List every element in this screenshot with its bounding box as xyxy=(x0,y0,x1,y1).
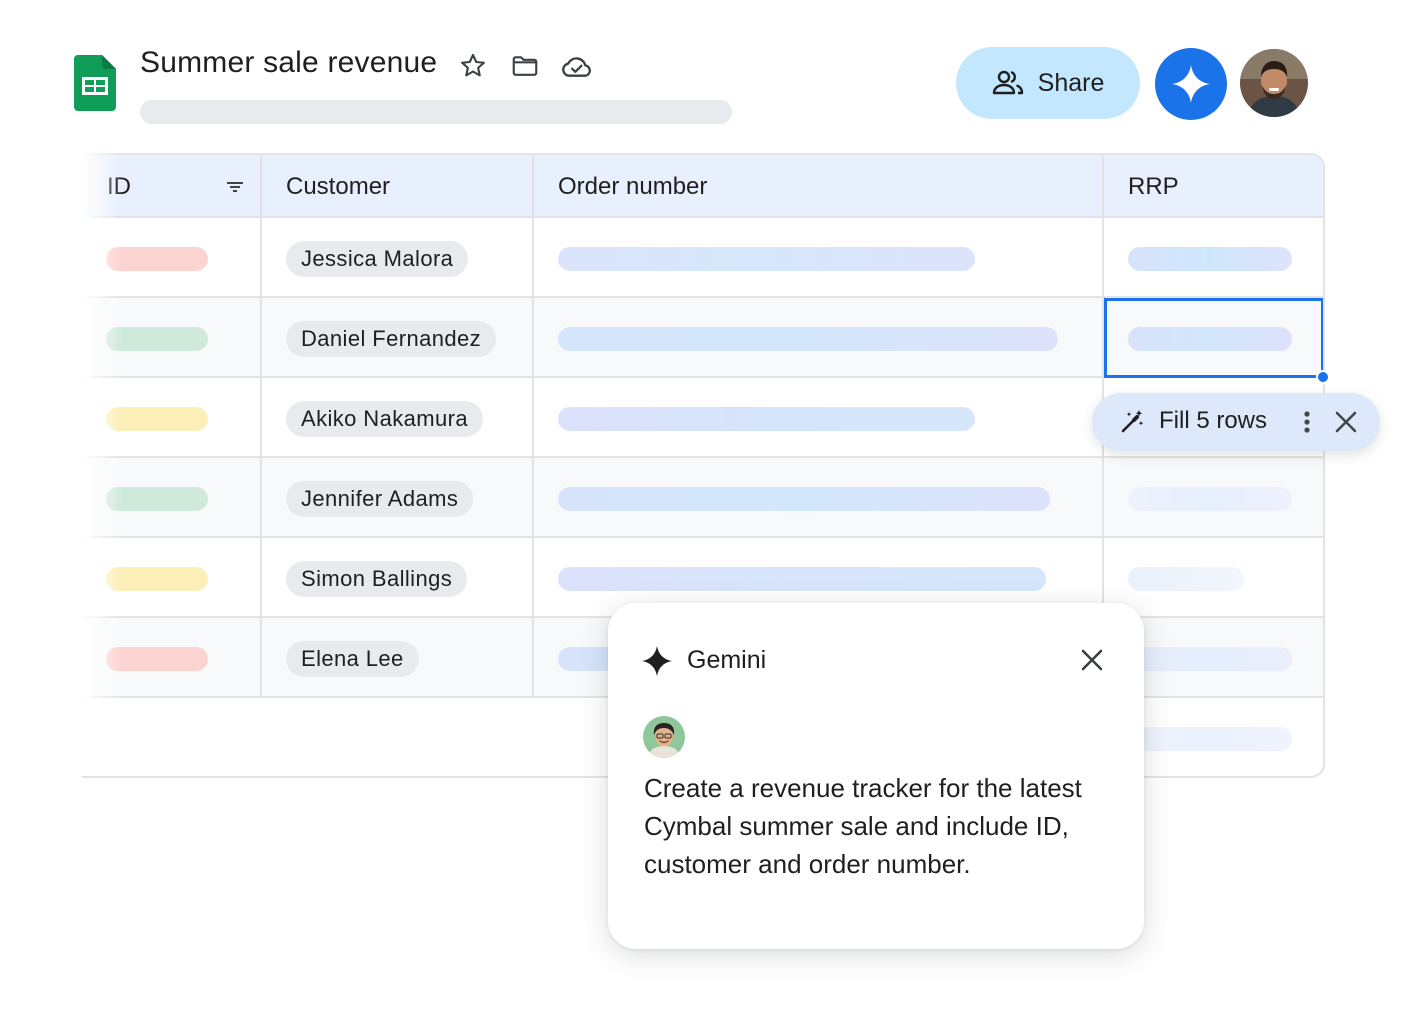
rrp-placeholder xyxy=(1128,727,1292,751)
id-status-pill xyxy=(106,327,208,351)
share-button[interactable]: Share xyxy=(956,47,1140,119)
column-divider xyxy=(260,155,262,698)
user-prompt-text: Create a revenue tracker for the latest … xyxy=(644,773,1082,879)
magic-wand-icon xyxy=(1121,410,1144,433)
column-header-order-number[interactable]: Order number xyxy=(558,155,707,218)
avatar xyxy=(643,716,685,758)
customer-chip[interactable]: Akiko Nakamura xyxy=(286,401,483,437)
customer-chip[interactable]: Daniel Fernandez xyxy=(286,321,497,357)
gemini-spark-icon xyxy=(1172,65,1210,103)
close-icon[interactable] xyxy=(1078,646,1106,674)
rrp-placeholder xyxy=(1128,247,1292,271)
menu-bar-placeholder xyxy=(140,100,732,124)
column-divider xyxy=(532,155,534,698)
table-row[interactable]: Jennifer Adams xyxy=(82,458,1323,538)
order-number-placeholder xyxy=(558,327,1058,351)
fill-rows-label[interactable]: Fill 5 rows xyxy=(1159,407,1267,435)
id-status-pill xyxy=(106,487,208,511)
id-status-pill xyxy=(106,407,208,431)
order-number-placeholder xyxy=(558,567,1046,591)
cloud-done-icon[interactable] xyxy=(560,49,594,83)
gemini-button[interactable] xyxy=(1155,48,1227,120)
id-status-pill xyxy=(106,567,208,591)
smart-fill-suggestion[interactable]: Fill 5 rows xyxy=(1092,393,1380,451)
table-row[interactable]: Jessica Malora xyxy=(82,218,1323,298)
close-icon[interactable] xyxy=(1333,409,1359,435)
filter-icon[interactable] xyxy=(227,180,243,194)
order-number-placeholder xyxy=(558,487,1050,511)
column-header-id[interactable]: ID xyxy=(107,155,131,218)
rrp-placeholder xyxy=(1128,647,1292,671)
gemini-spark-icon xyxy=(641,645,673,677)
order-number-placeholder xyxy=(558,407,975,431)
share-label: Share xyxy=(1037,68,1105,97)
rrp-placeholder xyxy=(1128,487,1292,511)
gemini-panel: Gemini Create a revenue tracker for the … xyxy=(608,603,1144,949)
customer-chip[interactable]: Jennifer Adams xyxy=(286,481,474,517)
customer-chip[interactable]: Elena Lee xyxy=(286,641,419,677)
table-header: ID Customer Order number RRP xyxy=(82,155,1323,218)
customer-chip[interactable]: Simon Ballings xyxy=(286,561,468,597)
star-icon[interactable] xyxy=(456,49,490,83)
rrp-placeholder xyxy=(1128,567,1244,591)
document-title[interactable]: Summer sale revenue xyxy=(140,46,437,80)
selected-cell[interactable] xyxy=(1104,298,1323,378)
fill-handle[interactable] xyxy=(1316,370,1330,384)
user-avatar[interactable] xyxy=(1240,49,1308,117)
customer-chip[interactable]: Jessica Malora xyxy=(286,241,469,277)
sheets-icon xyxy=(74,55,116,111)
gemini-title: Gemini xyxy=(687,646,767,674)
order-number-placeholder xyxy=(558,247,975,271)
people-icon xyxy=(992,70,1023,95)
id-status-pill xyxy=(106,247,208,271)
folder-icon[interactable] xyxy=(508,49,542,83)
id-status-pill xyxy=(106,647,208,671)
column-header-customer[interactable]: Customer xyxy=(286,155,390,218)
more-vert-icon[interactable] xyxy=(1298,407,1316,437)
title-actions xyxy=(456,49,594,83)
column-header-rrp[interactable]: RRP xyxy=(1128,155,1179,218)
